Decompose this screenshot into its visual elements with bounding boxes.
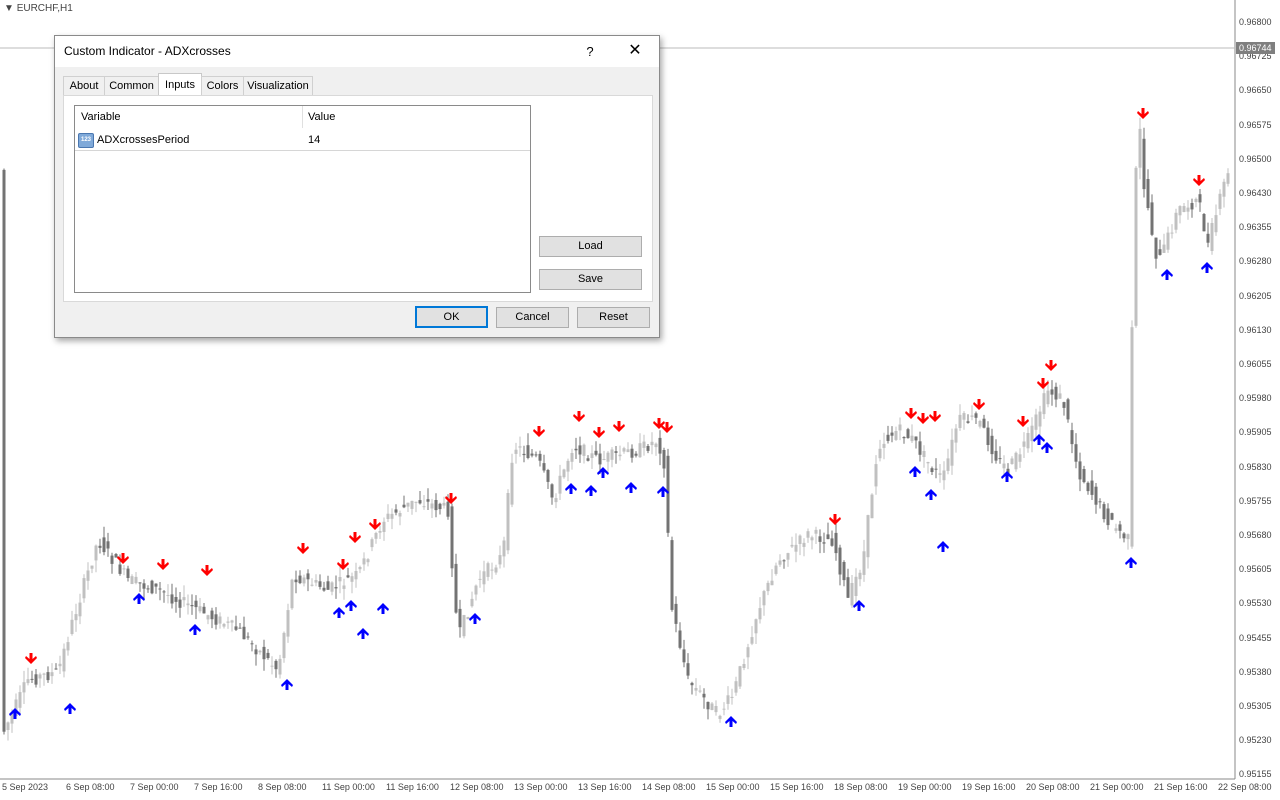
price-tick-label: 0.96355 (1239, 222, 1272, 233)
close-icon[interactable]: ✕ (620, 36, 650, 67)
column-header-variable[interactable]: Variable (81, 106, 301, 128)
price-tick-label: 0.95755 (1239, 495, 1272, 506)
time-tick-label: 20 Sep 08:00 (1026, 782, 1080, 792)
time-tick-label: 21 Sep 16:00 (1154, 782, 1208, 792)
time-tick-label: 19 Sep 00:00 (898, 782, 952, 792)
price-tick-label: 0.96800 (1239, 17, 1272, 27)
inputs-panel: Variable Value 123 ADXcrossesPeriod 14 L… (63, 95, 653, 302)
price-tick-label: 0.96205 (1239, 290, 1272, 301)
reset-button[interactable]: Reset (577, 307, 650, 328)
variable-value[interactable]: 14 (308, 130, 320, 150)
time-tick-label: 13 Sep 16:00 (578, 782, 632, 792)
price-tick-label: 0.96650 (1239, 85, 1272, 96)
time-tick-label: 14 Sep 08:00 (642, 782, 696, 792)
time-tick-label: 7 Sep 00:00 (130, 782, 179, 792)
time-tick-label: 15 Sep 00:00 (706, 782, 760, 792)
time-tick-label: 15 Sep 16:00 (770, 782, 824, 792)
time-tick-label: 11 Sep 00:00 (322, 782, 375, 792)
column-header-value[interactable]: Value (308, 106, 528, 128)
price-tick-label: 0.95530 (1239, 598, 1272, 609)
price-tick-label: 0.95830 (1239, 461, 1272, 472)
save-button[interactable]: Save (539, 269, 642, 290)
price-tick-label: 0.95380 (1239, 666, 1272, 677)
time-tick-label: 12 Sep 08:00 (450, 782, 504, 792)
symbol-label: ▼ EURCHF,H1 (4, 3, 73, 14)
table-row[interactable]: 123 ADXcrossesPeriod 14 (75, 130, 530, 151)
time-tick-label: 8 Sep 08:00 (258, 782, 307, 792)
price-tick-label: 0.96055 (1239, 359, 1272, 369)
tab-colors[interactable]: Colors (201, 76, 244, 95)
time-tick-label: 21 Sep 00:00 (1090, 782, 1144, 792)
load-button[interactable]: Load (539, 236, 642, 257)
tab-common[interactable]: Common (104, 76, 159, 95)
tab-about[interactable]: About (63, 76, 105, 95)
price-tick-label: 0.96575 (1239, 119, 1272, 130)
dialog-title: Custom Indicator - ADXcrosses (64, 44, 231, 58)
price-tick-label: 0.95230 (1239, 735, 1272, 746)
time-tick-label: 11 Sep 16:00 (386, 782, 439, 792)
time-tick-label: 18 Sep 08:00 (834, 782, 888, 792)
price-tick-label: 0.96280 (1239, 256, 1272, 267)
indicator-dialog: Custom Indicator - ADXcrosses ? ✕ About … (54, 35, 660, 338)
time-tick-label: 5 Sep 2023 (2, 782, 49, 792)
dialog-titlebar[interactable]: Custom Indicator - ADXcrosses ? ✕ (55, 36, 659, 67)
tab-visualization[interactable]: Visualization (243, 76, 313, 95)
time-tick-label: 6 Sep 08:00 (66, 782, 115, 792)
price-tick-label: 0.95455 (1239, 632, 1272, 643)
time-tick-label: 22 Sep 08:00 (1218, 782, 1272, 792)
ok-button[interactable]: OK (415, 306, 488, 328)
variable-name: ADXcrossesPeriod (97, 134, 190, 146)
price-tick-label: 0.96430 (1239, 188, 1272, 198)
tab-inputs[interactable]: Inputs (158, 73, 202, 96)
price-tick-label: 0.95605 (1239, 564, 1272, 575)
price-tick-label: 0.96130 (1239, 324, 1272, 335)
symbol-text: EURCHF,H1 (16, 3, 73, 14)
time-tick-label: 13 Sep 00:00 (514, 782, 568, 792)
cancel-button[interactable]: Cancel (496, 307, 569, 328)
help-button[interactable]: ? (575, 36, 605, 67)
inputs-table: Variable Value 123 ADXcrossesPeriod 14 (74, 105, 531, 293)
column-divider (302, 106, 303, 128)
price-tick-label: 0.95305 (1239, 701, 1272, 711)
time-tick-label: 19 Sep 16:00 (962, 782, 1016, 792)
price-tick-label: 0.95155 (1239, 769, 1272, 780)
price-tick-label: 0.95680 (1239, 530, 1272, 540)
price-tick-label: 0.95980 (1239, 393, 1272, 404)
integer-param-icon: 123 (78, 133, 94, 148)
price-tick-label: 0.95905 (1239, 427, 1272, 438)
current-price-badge: 0.96744 (1236, 42, 1275, 54)
price-tick-label: 0.96500 (1239, 153, 1272, 164)
time-tick-label: 7 Sep 16:00 (194, 782, 243, 792)
